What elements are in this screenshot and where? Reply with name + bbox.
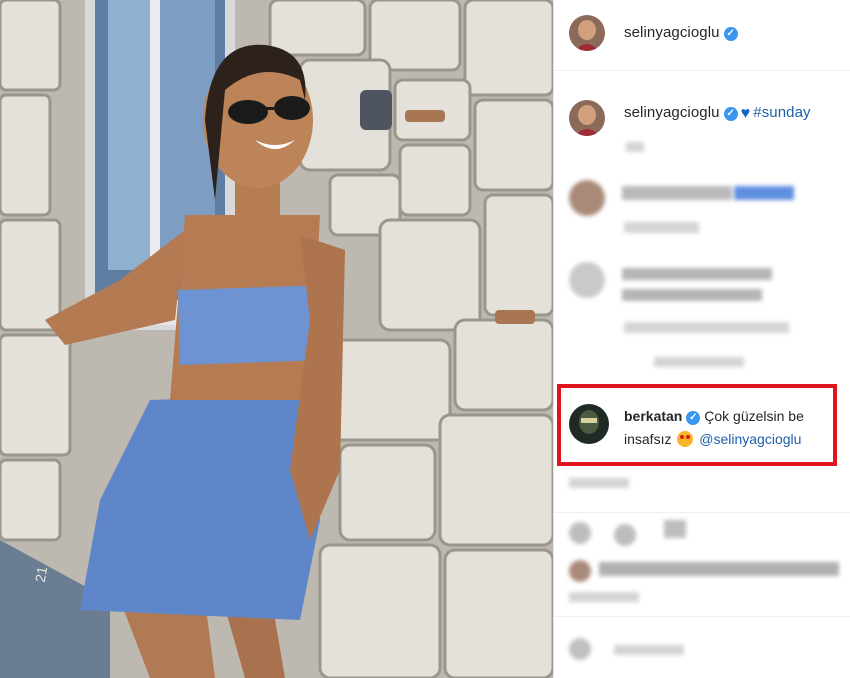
verified-badge-icon: ✓ [723, 27, 738, 41]
divider [554, 512, 850, 513]
share-icon[interactable] [664, 520, 686, 538]
photo-illustration: 21 [0, 0, 553, 678]
comment-line-1: Çok güzelsin be [704, 408, 804, 424]
caption: selinyagcioglu ✓ ♥ #sunday [624, 104, 811, 123]
author-avatar[interactable] [569, 15, 605, 51]
post-photo[interactable]: 21 [0, 0, 553, 678]
blurred-comment-meta [624, 322, 789, 333]
blurred-liker-avatar [569, 560, 591, 582]
caption-avatar[interactable] [569, 100, 605, 136]
blurred-comment-emoji [734, 186, 794, 200]
author-username-header[interactable]: selinyagcioglu ✓ [624, 24, 738, 41]
blurred-avatar [569, 262, 605, 298]
highlighted-comment: berkatan ✓ Çok güzelsin be insafsız @seli… [557, 384, 837, 466]
verified-badge-icon: ✓ [686, 411, 701, 425]
blurred-comment-meta [624, 222, 699, 233]
blurred-comment-text [622, 289, 762, 301]
blurred-timestamp [626, 142, 644, 152]
blurred-add-comment-placeholder [614, 645, 684, 655]
comment-icon[interactable] [614, 524, 636, 546]
author-username[interactable]: selinyagcioglu [624, 24, 720, 41]
heart-icon: ♥ [740, 105, 751, 122]
photo-date-stamp: 21 [32, 565, 50, 583]
like-icon[interactable] [569, 522, 591, 544]
post-side-panel: selinyagcioglu ✓ selinyagcioglu ✓ ♥ #sunday [553, 0, 850, 678]
divider [554, 616, 850, 617]
verified-badge-icon: ✓ [723, 107, 738, 121]
star-struck-emoji-icon [677, 431, 694, 447]
blurred-likes-text [599, 562, 839, 576]
caption-username[interactable]: selinyagcioglu [624, 104, 720, 121]
commenter-avatar[interactable] [569, 404, 609, 444]
blurred-post-date [569, 592, 639, 602]
blurred-comment-text [622, 268, 772, 280]
commenter-username[interactable]: berkatan [624, 408, 682, 424]
comment-text: berkatan ✓ Çok güzelsin be insafsız @seli… [624, 405, 832, 451]
comment-mention[interactable]: @selinyagcioglu [699, 431, 801, 447]
post-header: selinyagcioglu ✓ [554, 0, 850, 71]
comment-line-2: insafsız [624, 431, 672, 447]
blurred-comment-text [622, 186, 732, 200]
emoji-icon[interactable] [569, 638, 591, 660]
blurred-view-replies [654, 357, 744, 367]
blurred-avatar [569, 180, 605, 216]
blurred-comment-meta [569, 478, 629, 488]
caption-hashtag[interactable]: #sunday [753, 104, 810, 121]
